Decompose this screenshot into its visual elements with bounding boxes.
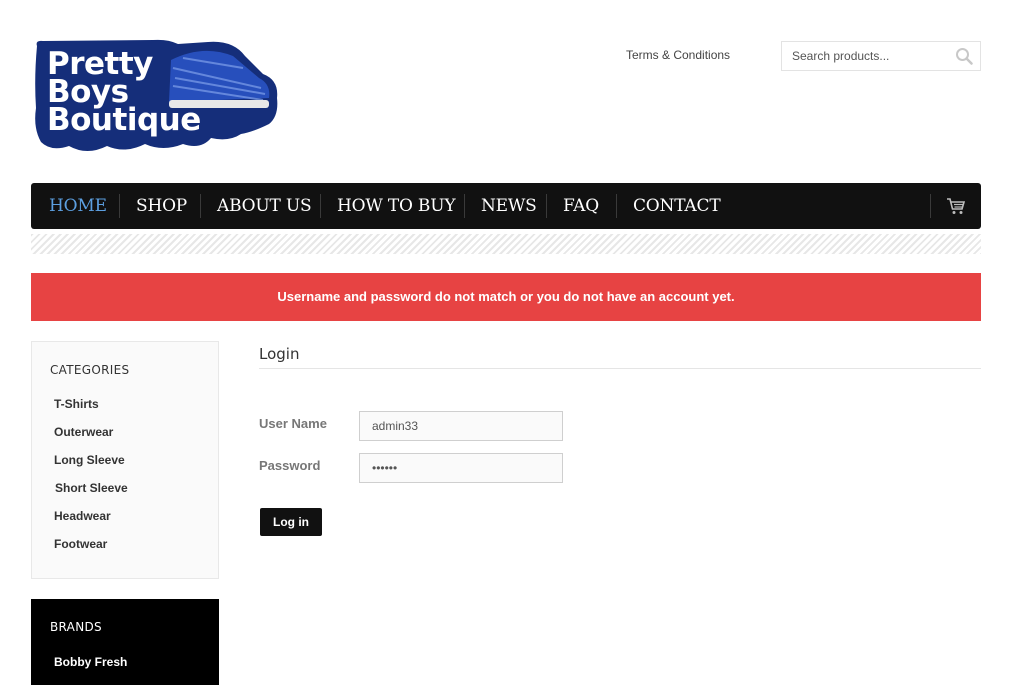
search-input[interactable] <box>782 42 952 70</box>
error-alert: Username and password do not match or yo… <box>31 273 981 321</box>
search-icon[interactable] <box>955 47 973 65</box>
nav-separator <box>616 194 617 218</box>
nav-separator <box>320 194 321 218</box>
terms-link[interactable]: Terms & Conditions <box>626 48 730 62</box>
nav-news[interactable]: NEWS <box>481 183 537 229</box>
category-headwear[interactable]: Headwear <box>54 509 111 523</box>
category-outerwear[interactable]: Outerwear <box>54 425 113 439</box>
brands-panel: BRANDS Bobby Fresh <box>31 599 219 685</box>
nav-faq[interactable]: FAQ <box>563 183 599 229</box>
site-logo[interactable]: Pretty Boys Boutique <box>33 38 281 158</box>
cart-icon[interactable] <box>946 196 966 216</box>
password-input[interactable] <box>359 453 563 483</box>
category-footwear[interactable]: Footwear <box>54 537 107 551</box>
nav-shop[interactable]: SHOP <box>136 183 187 229</box>
login-divider <box>259 368 981 369</box>
nav-home[interactable]: HOME <box>49 183 107 229</box>
category-long-sleeve[interactable]: Long Sleeve <box>54 453 125 467</box>
categories-title: CATEGORIES <box>50 363 130 377</box>
category-short-sleeve[interactable]: Short Sleeve <box>55 481 128 495</box>
logo-text: Pretty Boys Boutique <box>47 49 201 138</box>
logo-line-3: Boutique <box>47 102 201 138</box>
main-nav: HOME SHOP ABOUT US HOW TO BUY NEWS FAQ C… <box>31 183 981 229</box>
brands-title: BRANDS <box>50 620 102 634</box>
username-input[interactable] <box>359 411 563 441</box>
nav-how-to-buy[interactable]: HOW TO BUY <box>337 183 456 229</box>
nav-separator <box>119 194 120 218</box>
password-label: Password <box>259 458 321 473</box>
nav-separator <box>464 194 465 218</box>
category-t-shirts[interactable]: T-Shirts <box>54 397 99 411</box>
username-label: User Name <box>259 416 327 431</box>
search-box <box>781 41 981 71</box>
categories-panel: CATEGORIES T-Shirts Outerwear Long Sleev… <box>31 341 219 579</box>
nav-about-us[interactable]: ABOUT US <box>217 183 312 229</box>
nav-separator <box>546 194 547 218</box>
brand-bobby-fresh[interactable]: Bobby Fresh <box>54 655 127 669</box>
decorative-hatch-divider <box>31 234 981 254</box>
nav-contact[interactable]: CONTACT <box>633 183 721 229</box>
nav-separator <box>200 194 201 218</box>
login-button[interactable]: Log in <box>260 508 322 536</box>
login-title: Login <box>259 345 300 363</box>
nav-separator <box>930 194 931 218</box>
